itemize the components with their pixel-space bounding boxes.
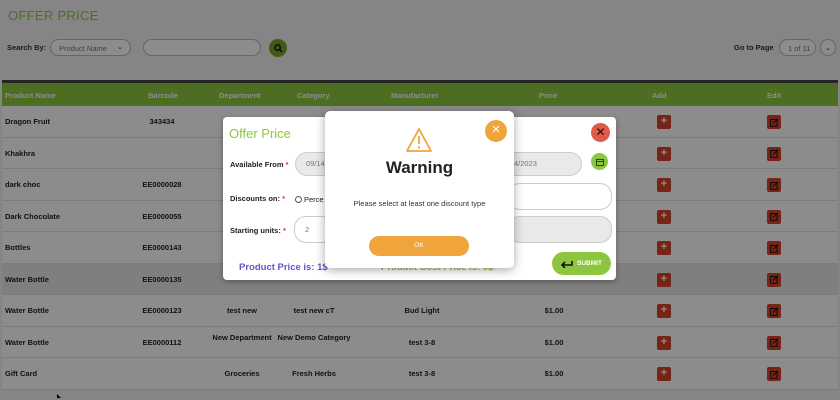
offer-modal-title: Offer Price — [229, 126, 291, 141]
enter-arrow-icon — [561, 260, 573, 268]
percent-radio-label: Perce — [304, 195, 324, 204]
warning-title: Warning — [385, 158, 454, 177]
calendar-icon[interactable] — [591, 153, 608, 170]
ok-button[interactable]: OK — [369, 236, 469, 256]
offer-price-input[interactable] — [508, 216, 612, 243]
submit-label: SUBMIT — [577, 260, 602, 267]
starting-units-label: Starting units: * — [230, 226, 286, 235]
warning-message: Please select at least one discount type — [353, 199, 486, 208]
discounts-on-label: Discounts on: * — [230, 194, 286, 203]
warning-dialog: ✕ Warning Please select at least one dis… — [325, 111, 514, 268]
product-price-text: Product Price is: 1$ — [239, 262, 328, 273]
to-date-input[interactable]: 4/2023 — [503, 152, 582, 176]
mouse-cursor-icon — [57, 394, 61, 398]
available-from-label: Available From * — [230, 160, 289, 169]
close-icon[interactable]: ✕ — [591, 123, 610, 142]
warning-icon — [406, 128, 432, 152]
radio-circle-icon — [295, 196, 302, 203]
submit-button[interactable]: SUBMIT — [552, 252, 611, 275]
percent-radio[interactable]: Perce — [295, 195, 324, 204]
discount-value-input[interactable] — [508, 183, 612, 210]
close-icon[interactable]: ✕ — [485, 120, 507, 142]
